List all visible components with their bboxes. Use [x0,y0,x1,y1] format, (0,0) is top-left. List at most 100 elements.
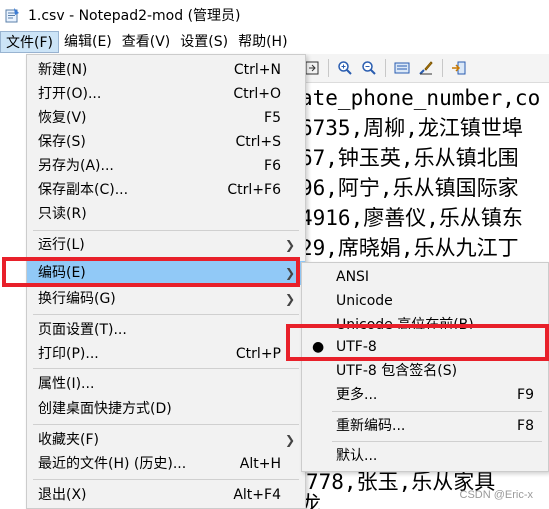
menu-item-recent-files[interactable]: 最近的文件(H) (历史)... Alt+H [27,452,305,476]
editor-line: ate_phone_number,co [300,86,541,110]
window-title: 1.csv - Notepad2-mod (管理员) [28,8,241,24]
chevron-right-icon: ❯ [284,238,295,252]
menu-item-shortcut: Ctrl+N [233,62,281,78]
submenu-item-recode[interactable]: 重新编码... F8 [302,414,548,438]
menu-item-read-only[interactable]: 只读(R) [27,202,305,226]
editor-line: 4916,廖善仪,乐从镇东 [300,206,523,230]
exit-icon[interactable] [450,59,468,77]
submenu-item-utf8[interactable]: ● UTF-8 [302,335,548,359]
menu-item-new[interactable]: 新建(N) Ctrl+N [27,58,305,82]
menu-item-shortcut: Ctrl+P [235,346,281,362]
menu-item-favorites[interactable]: 收藏夹(F) ❯ [27,428,305,452]
customize-icon[interactable] [417,59,435,77]
menu-separator [33,424,299,425]
menu-item-label: 属性(I)... [38,376,95,392]
menu-edit[interactable]: 编辑(E) [59,31,117,53]
menu-item-shortcut: Ctrl+O [233,86,281,102]
menu-item-label: 另存为(A)... [38,158,114,174]
menu-item-open[interactable]: 打开(O)... Ctrl+O [27,82,305,106]
menu-file[interactable]: 文件(F) [0,31,59,53]
menu-item-label: 新建(N) [38,62,88,78]
menu-item-label: 页面设置(T)... [38,322,127,338]
menu-item-shortcut: Alt+F4 [233,487,281,503]
menu-item-shortcut: Ctrl+S [235,134,281,150]
menu-separator [33,230,299,231]
menu-item-save-as[interactable]: 另存为(A)... F6 [27,154,305,178]
submenu-item-label: Unicode [336,293,393,309]
encoding-submenu: ANSI Unicode Unicode 高位在前(B) ● UTF-8 UTF… [301,262,549,472]
submenu-item-label: 重新编码... [336,418,406,434]
submenu-item-label: Unicode 高位在前(B) [336,317,474,329]
menu-item-label: 退出(X) [38,487,87,503]
menu-item-label: 收藏夹(F) [38,432,99,448]
menu-item-encoding[interactable]: 编码(E) ❯ [27,261,305,285]
menu-item-properties[interactable]: 属性(I)... [27,372,305,396]
menu-view[interactable]: 查看(V) [117,31,176,53]
menu-item-run[interactable]: 运行(L) ❯ [27,233,305,257]
submenu-item-unicode-be[interactable]: Unicode 高位在前(B) [302,313,548,329]
notepad-app-icon [4,7,20,23]
file-menu: 新建(N) Ctrl+N 打开(O)... Ctrl+O 恢复(V) F5 保存… [26,54,306,509]
submenu-item-label: 默认... [336,448,378,464]
submenu-item-utf8-bom[interactable]: UTF-8 包含签名(S) [302,359,548,383]
menu-item-shortcut: Alt+H [239,456,281,472]
menu-separator [33,368,299,369]
title-bar: 1.csv - Notepad2-mod (管理员) [0,0,549,30]
menu-item-label: 打开(O)... [38,86,102,102]
submenu-item-shortcut: F9 [517,387,534,403]
menu-item-save-copy[interactable]: 保存副本(C)... Ctrl+F6 [27,178,305,202]
menu-item-label: 创建桌面快捷方式(D) [38,401,172,417]
menu-item-label: 打印(P)... [38,346,99,362]
menu-item-label: 只读(R) [38,206,87,222]
menu-item-save[interactable]: 保存(S) Ctrl+S [27,130,305,154]
editor-line: 96,阿宁,乐从镇国际家 [300,176,519,200]
menu-separator [33,258,299,259]
menu-item-exit[interactable]: 退出(X) Alt+F4 [27,483,305,507]
submenu-item-label: UTF-8 [336,339,377,355]
menu-item-revert[interactable]: 恢复(V) F5 [27,106,305,130]
menu-settings[interactable]: 设置(S) [175,31,233,53]
menu-separator [33,314,299,315]
chevron-right-icon: ❯ [284,292,295,306]
toolbar [300,54,549,83]
submenu-item-default[interactable]: 默认... [302,444,548,468]
zoom-in-icon[interactable] [336,59,354,77]
menu-item-page-setup[interactable]: 页面设置(T)... [27,318,305,342]
toolbar-separator [442,59,443,77]
editor-line: 67,钟玉英,乐从镇北围 [300,146,519,170]
menu-item-label: 编码(E) [38,265,86,281]
menu-item-label: 最近的文件(H) (历史)... [38,456,187,472]
toolbar-separator [385,59,386,77]
menu-item-shortcut: F5 [264,110,281,126]
menu-item-create-shortcut[interactable]: 创建桌面快捷方式(D) [27,397,305,421]
menu-item-label: 换行编码(G) [38,291,116,307]
menu-item-shortcut: F6 [264,158,281,174]
chevron-right-icon: ❯ [284,266,295,280]
submenu-item-label: 更多... [336,387,378,403]
menu-help[interactable]: 帮助(H) [233,31,292,53]
submenu-item-ansi[interactable]: ANSI [302,265,548,289]
submenu-item-label: UTF-8 包含签名(S) [336,363,458,379]
submenu-item-more[interactable]: 更多... F9 [302,383,548,407]
scheme-icon[interactable] [393,59,411,77]
toolbar-separator [328,59,329,77]
menu-separator [33,479,299,480]
menu-item-label: 保存副本(C)... [38,182,129,198]
editor-line: 29,席晓娟,乐从九江丁 [300,236,519,260]
submenu-item-unicode[interactable]: Unicode [302,289,548,313]
menu-item-print[interactable]: 打印(P)... Ctrl+P [27,342,305,366]
menu-bar: 文件(F) 编辑(E) 查看(V) 设置(S) 帮助(H) [0,30,549,54]
submenu-item-shortcut: F8 [517,418,534,434]
zoom-out-icon[interactable] [360,59,378,77]
editor-line: 6735,周柳,龙江镇世埠 [300,116,523,140]
submenu-item-label: ANSI [336,269,370,285]
watermark: CSDN @Eric-x [459,489,534,501]
menu-item-label: 运行(L) [38,237,85,253]
menu-item-label: 保存(S) [38,134,86,150]
menu-item-line-endings[interactable]: 换行编码(G) ❯ [27,287,305,311]
chevron-right-icon: ❯ [284,433,295,447]
menu-item-shortcut: Ctrl+F6 [227,182,281,198]
menu-item-label: 恢复(V) [38,110,87,126]
menu-separator [332,441,542,442]
menu-separator [332,411,542,412]
